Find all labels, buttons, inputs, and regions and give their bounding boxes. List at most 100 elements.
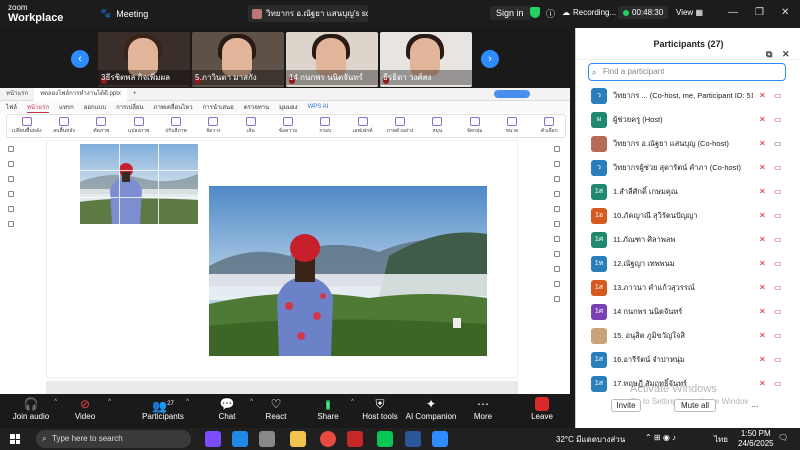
participant-row[interactable]: 1ส 13.ภาวนา คำแก้วสุวรรณ์ ✕ ▭	[576, 276, 796, 299]
participant-row[interactable]: 1อ 10.ภัคญาณี สุวิรัตนปัญญา ✕ ▭	[576, 204, 796, 227]
video-off-icon[interactable]: ▭	[774, 259, 784, 268]
share-button[interactable]: ↑ Share ^	[298, 397, 358, 421]
muted-mic-icon[interactable]: ✕	[759, 235, 767, 244]
menu-item[interactable]: มุมมอง	[279, 102, 297, 112]
ribbon-button[interactable]: กรอบ	[310, 117, 341, 135]
tray-icons[interactable]: ⌃ ⊞ ◉ ♪	[645, 433, 676, 442]
security-shield-icon[interactable]	[530, 7, 540, 18]
participant-search-input[interactable]: ⌕ Find a participant	[588, 63, 786, 81]
ribbon-button[interactable]: เปลี่ยนพื้นหลัง	[11, 117, 42, 135]
rail-icon[interactable]	[554, 251, 560, 257]
ribbon-button[interactable]: เอฟเฟกต์	[347, 117, 378, 135]
leave-button[interactable]: Leave	[512, 397, 572, 421]
participant-row[interactable]: 1ห 12.ณัฐญา เทพพนม ✕ ▭	[576, 252, 796, 275]
muted-mic-icon[interactable]: ✕	[759, 355, 767, 364]
windows-start-icon[interactable]	[10, 434, 20, 444]
react-button[interactable]: ♡ React	[246, 397, 306, 421]
ribbon-button[interactable]: เส้น	[235, 117, 266, 135]
ribbon-button[interactable]: หมุน	[422, 117, 453, 135]
muted-mic-icon[interactable]: ✕	[759, 283, 767, 292]
menu-item-ai[interactable]: WPS AI	[308, 104, 329, 110]
rail-icon[interactable]	[8, 176, 14, 182]
participant-row[interactable]: 1ศ 11.ภัณฑา ศิลาพลพ ✕ ▭	[576, 228, 796, 251]
ribbon-button[interactable]: ตัวเลือก	[534, 117, 565, 135]
participant-row[interactable]: ว วิทยากร ... (Co-host, me, Participant I…	[576, 84, 796, 107]
video-off-icon[interactable]: ▭	[774, 187, 784, 196]
view-menu[interactable]: View ▦	[676, 8, 703, 17]
ribbon-button[interactable]: แปลงภาพ	[123, 117, 154, 135]
ai-companion-button[interactable]: ✦ AI Companion	[401, 397, 461, 421]
zoom-app-icon[interactable]	[432, 431, 448, 447]
add-tab-icon[interactable]: +	[133, 91, 137, 97]
rail-icon[interactable]	[554, 296, 560, 302]
ribbon-button[interactable]: ปรับสีภาพ	[160, 117, 191, 135]
join-audio-button[interactable]: 🎧 Join audio ^	[1, 397, 61, 421]
menu-item[interactable]: ภาพเคลื่อนไหว	[154, 102, 193, 112]
rail-icon[interactable]	[8, 221, 14, 227]
file-explorer-icon[interactable]	[290, 431, 306, 447]
video-off-icon[interactable]: ▭	[774, 211, 784, 220]
rail-icon[interactable]	[554, 191, 560, 197]
muted-mic-icon[interactable]: ✕	[759, 379, 767, 388]
meeting-menu[interactable]: 🐾 Meeting	[100, 8, 148, 19]
muted-mic-icon[interactable]: ✕	[759, 187, 767, 196]
caret-up-icon[interactable]: ^	[108, 399, 111, 405]
muted-mic-icon[interactable]: ✕	[759, 259, 767, 268]
video-off-icon[interactable]: ▭	[774, 283, 784, 292]
video-tile[interactable]: 14 กนกพร นนิตจันทร์	[286, 32, 378, 87]
video-off-icon[interactable]: ▭	[774, 115, 784, 124]
participant-row[interactable]: วิทยากร อ.ณัฐยา แสนบุญ (Co-host) ✕ ▭	[576, 132, 796, 155]
participant-row[interactable]: 1ส 1.สำลีศักดิ์ เกษมคุณ ✕ ▭	[576, 180, 796, 203]
sign-in-button[interactable]: Sign in	[490, 6, 530, 20]
menu-item[interactable]: ไฟล์	[6, 102, 17, 112]
ribbon-button[interactable]: ข้อความ	[272, 117, 303, 135]
info-icon[interactable]: ⓘ	[546, 7, 555, 20]
video-off-icon[interactable]: ▭	[774, 91, 784, 100]
edge-icon[interactable]	[232, 431, 248, 447]
muted-mic-icon[interactable]: ✕	[759, 331, 767, 340]
rail-icon[interactable]	[554, 266, 560, 272]
language-indicator[interactable]: ไทย	[714, 433, 728, 446]
more-options-button[interactable]: ...	[748, 399, 762, 412]
participant-row[interactable]: 15. อนุสิต ภูมิขวัญใจสิ ✕ ▭	[576, 324, 796, 347]
ribbon-button[interactable]: ลบพื้นหลัง	[48, 117, 79, 135]
video-tile[interactable]: ธีรธิดา วงศ์สง	[380, 32, 472, 87]
screen-share-indicator[interactable]: วิทยากร อ.ณัฐยา แสนบุญ's screen	[248, 5, 368, 22]
ribbon-button[interactable]: ภาพตัวอย่าง	[384, 117, 415, 135]
video-tile[interactable]: 3ธีรชิตพล กิจเพิ่มผล	[98, 32, 190, 87]
rail-icon[interactable]	[554, 236, 560, 242]
clock[interactable]: 1:50 PM 24/6/2025	[738, 429, 774, 449]
notification-icon[interactable]: 🗨	[778, 433, 788, 442]
ribbon-button[interactable]: ตัดภาพ	[86, 117, 117, 135]
slide-image-large[interactable]	[209, 186, 487, 356]
mute-all-button[interactable]: Mute all	[674, 399, 716, 412]
video-off-icon[interactable]: ▭	[774, 235, 784, 244]
video-tile[interactable]: 5.ภาวินดา มาสกัง	[192, 32, 284, 87]
rail-icon[interactable]	[8, 206, 14, 212]
recording-indicator[interactable]: ☁ Recording...	[562, 8, 616, 17]
more-button[interactable]: ⋯ More	[453, 397, 513, 421]
muted-mic-icon[interactable]: ✕	[759, 307, 767, 316]
ribbon-button[interactable]: จัดกลุ่ม	[459, 117, 490, 135]
invite-button[interactable]: Invite	[611, 399, 641, 412]
ribbon-button[interactable]: จัดวาง	[198, 117, 229, 135]
muted-mic-icon[interactable]: ✕	[759, 139, 767, 148]
participants-button[interactable]: 👥27 Participants ^	[133, 397, 193, 421]
task-view-icon[interactable]	[259, 431, 275, 447]
caret-up-icon[interactable]: ^	[186, 399, 189, 405]
gallery-prev-button[interactable]: ‹	[71, 50, 89, 68]
muted-mic-icon[interactable]: ✕	[759, 211, 767, 220]
menu-item[interactable]: ออกแบบ	[84, 102, 106, 112]
copilot-icon[interactable]	[205, 431, 221, 447]
chrome-icon[interactable]	[320, 431, 336, 447]
participant-row[interactable]: 1ส 16.อารีรัตน์ จำปาหนุ่ม ✕ ▭	[576, 348, 796, 371]
acrobat-icon[interactable]	[347, 431, 363, 447]
ppt-tab[interactable]: หน้าแรก	[0, 88, 34, 101]
ppt-tab-active[interactable]: ทดลองไฟล์การทำงานได้ดี.pptx	[34, 87, 127, 101]
close-icon[interactable]: ✕	[781, 7, 789, 18]
menu-item[interactable]: ตรวจทาน	[244, 102, 269, 112]
video-off-icon[interactable]: ▭	[774, 307, 784, 316]
muted-mic-icon[interactable]: ✕	[759, 91, 767, 100]
maximize-icon[interactable]: ❐	[755, 7, 764, 18]
taskbar-search[interactable]: ⌕ Type here to search	[36, 430, 191, 448]
